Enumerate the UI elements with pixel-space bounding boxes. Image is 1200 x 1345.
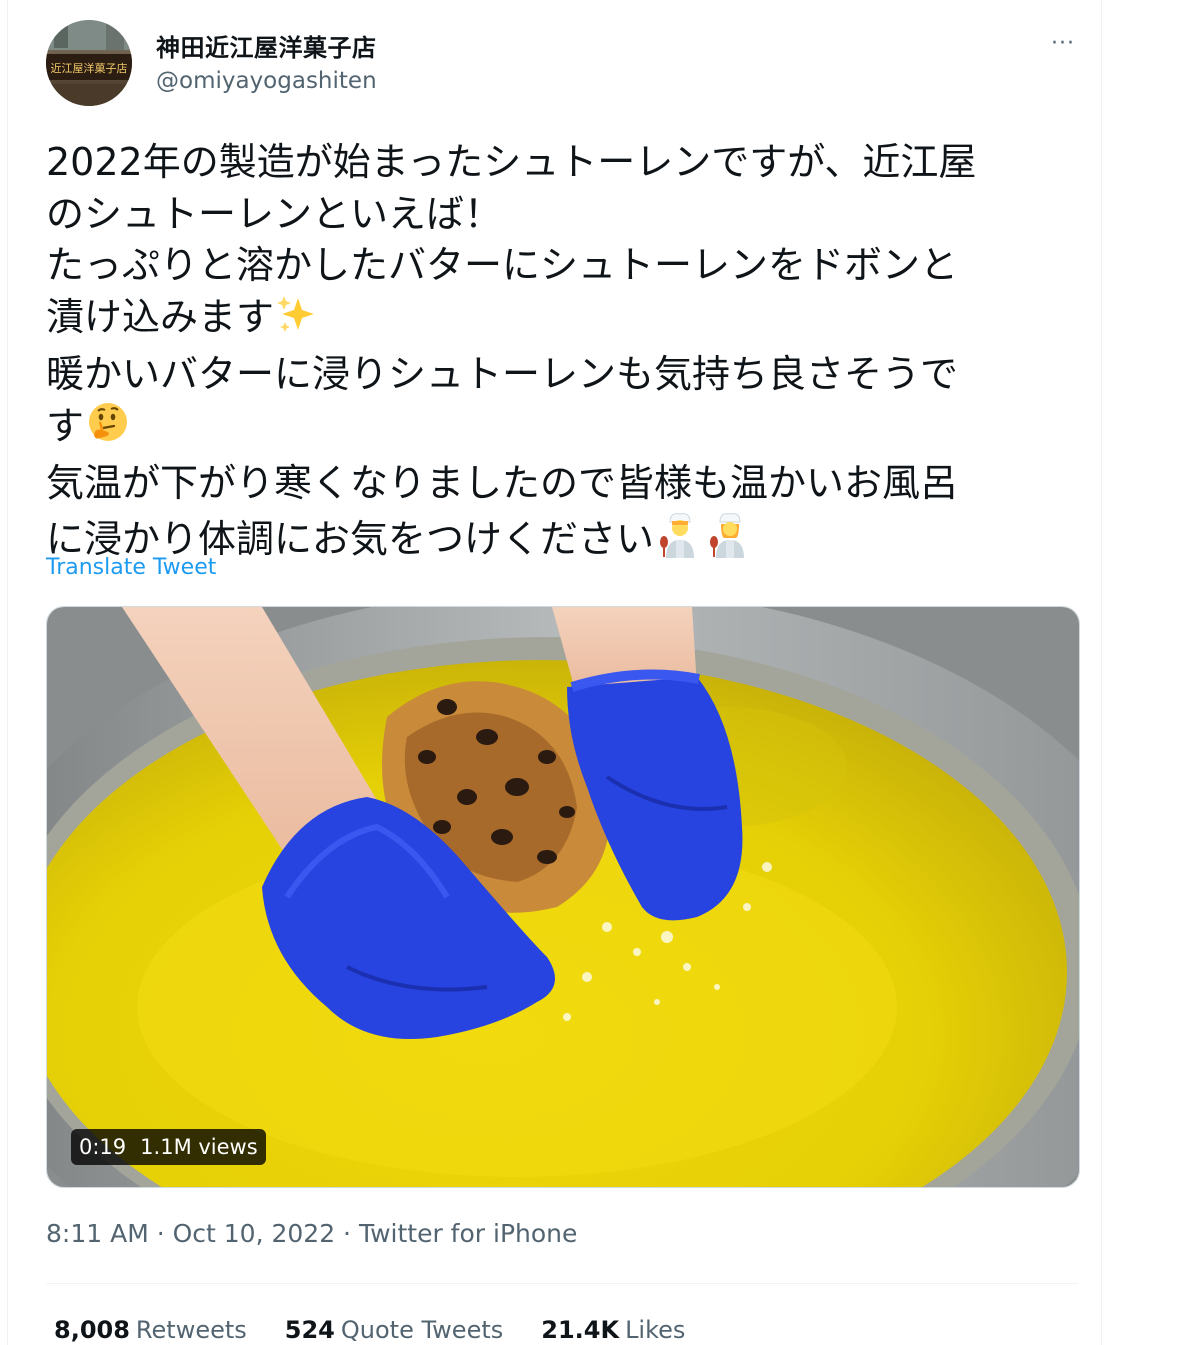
tweet-line: たっぷりと溶かしたバターにシュトーレンをドボンと: [46, 240, 1086, 292]
retweets-count: 8,008: [54, 1316, 130, 1344]
video-thumbnail: [47, 607, 1079, 1187]
avatar[interactable]: 近江屋洋菓子店: [46, 20, 132, 106]
tweet-line-text: 漬け込みます: [46, 294, 275, 339]
tweet-detail: 近江屋洋菓子店 神田近江屋洋菓子店 @omiyayogashiten ··· 2…: [7, 0, 1102, 1345]
tweet-line: 漬け込みます: [46, 292, 1086, 350]
thinking-face-icon: [86, 401, 130, 459]
likes-count: 21.4K: [541, 1316, 620, 1344]
video-views: 1.1M views: [140, 1135, 258, 1159]
woman-cook-icon: [706, 510, 754, 572]
tweet-line: 暖かいバターに浸りシュトーレンも気持ち良さそうで: [46, 349, 1086, 401]
quote-tweets-stat[interactable]: 524 Quote Tweets: [285, 1316, 503, 1344]
user-handle[interactable]: @omiyayogashiten: [156, 68, 377, 94]
tweet-timestamp[interactable]: 8:11 AM · Oct 10, 2022 · Twitter for iPh…: [46, 1219, 577, 1248]
man-cook-icon: [656, 510, 704, 572]
retweets-stat[interactable]: 8,008 Retweets: [54, 1316, 247, 1344]
avatar-image: 近江屋洋菓子店: [46, 20, 132, 106]
avatar-sign-text: 近江屋洋菓子店: [51, 61, 128, 75]
tweet-line: 気温が下がり寒くなりましたので皆様も温かいお風呂: [46, 458, 1086, 510]
video-player[interactable]: 0:19 1.1M views: [46, 606, 1080, 1188]
tweet-line-text: 暖かいバターに浸りシュトーレンも気持ち良さそうで: [46, 352, 959, 396]
sparkles-icon: [276, 294, 318, 350]
video-duration: 0:19: [79, 1135, 127, 1159]
engagement-stats: 8,008 Retweets 524 Quote Tweets 21.4K Likes: [54, 1316, 685, 1344]
tweet-line-text: 気温が下がり寒くなりましたので皆様も温かいお風呂: [46, 461, 959, 505]
tweet-line-text: のシュトーレンといえば！: [46, 191, 503, 236]
display-name[interactable]: 神田近江屋洋菓子店: [156, 28, 377, 63]
likes-stat[interactable]: 21.4K Likes: [541, 1316, 685, 1344]
video-badge: 0:19 1.1M views: [71, 1129, 266, 1165]
tweet-line: す: [46, 401, 1086, 459]
tweet-text: 2022年の製造が始まったシュトーレンですが、近江屋 のシュトーレンといえば！ …: [46, 137, 1086, 571]
tweet-line-text: す: [46, 403, 85, 448]
divider: [46, 1283, 1078, 1284]
quote-tweets-label: Quote Tweets: [340, 1316, 504, 1344]
tweet-line-text: たっぷりと溶かしたバターにシュトーレンをドボンと: [46, 243, 959, 287]
more-options-icon[interactable]: ···: [1041, 28, 1085, 60]
retweets-label: Retweets: [135, 1316, 247, 1344]
likes-label: Likes: [625, 1316, 686, 1344]
tweet-line: のシュトーレンといえば！: [46, 189, 1086, 241]
translate-tweet-link[interactable]: Translate Tweet: [46, 555, 216, 580]
quote-tweets-count: 524: [284, 1316, 335, 1344]
tweet-line-text: に浸かり体調にお気をつけください: [46, 516, 655, 561]
tweet-line: 2022年の製造が始まったシュトーレンですが、近江屋: [46, 137, 1086, 189]
tweet-line-text: 2022年の製造が始まったシュトーレンですが、近江屋: [46, 140, 977, 184]
